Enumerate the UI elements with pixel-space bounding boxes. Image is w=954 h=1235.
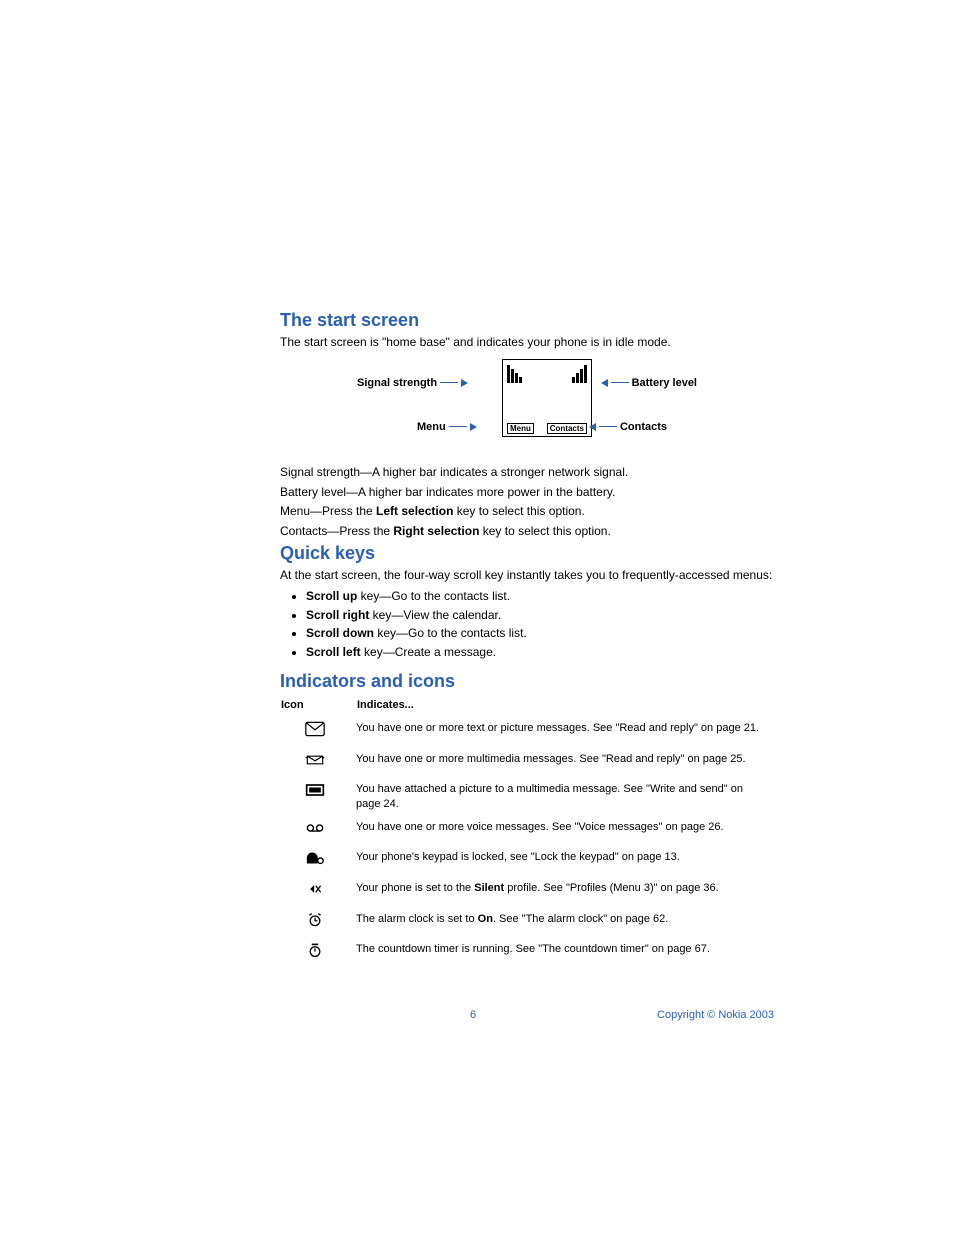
table-row: The countdown timer is running. See "The… — [280, 938, 774, 969]
row-text: You have one or more text or picture mes… — [356, 717, 774, 748]
silent-profile-icon — [305, 884, 325, 901]
screen-contacts-label: Contacts — [547, 423, 587, 434]
row-text: You have one or more voice messages. See… — [356, 816, 774, 847]
envelope-icon — [305, 724, 325, 741]
keypad-lock-icon — [305, 853, 325, 870]
indicators-table: Icon Indicates... You have one or more t… — [280, 698, 774, 969]
signal-bars-icon — [507, 365, 522, 383]
row-text: You have attached a picture to a multime… — [356, 778, 774, 816]
screen-menu-label: Menu — [507, 423, 534, 434]
copyright-text: Copyright © Nokia 2003 — [657, 1009, 774, 1021]
row-text: The alarm clock is set to On. See "The a… — [356, 908, 774, 939]
row-text: Your phone is set to the Silent profile.… — [356, 877, 774, 908]
heading-quick-keys: Quick keys — [280, 543, 774, 564]
page-number: 6 — [470, 1009, 476, 1021]
row-text: You have one or more multimedia messages… — [356, 748, 774, 779]
heading-start-screen: The start screen — [280, 310, 774, 331]
list-item: Scroll up key—Go to the contacts list. — [306, 588, 774, 605]
list-item: Scroll down key—Go to the contacts list. — [306, 625, 774, 642]
arrow-right-icon — [467, 421, 477, 433]
table-row: You have one or more text or picture mes… — [280, 717, 774, 748]
arrow-left-icon — [589, 421, 599, 433]
table-row: Your phone's keypad is locked, see "Lock… — [280, 846, 774, 877]
table-row: You have attached a picture to a multime… — [280, 778, 774, 816]
label-contacts: Contacts — [620, 421, 667, 433]
signal-desc: Signal strength—A higher bar indicates a… — [280, 464, 774, 481]
alarm-clock-icon — [305, 915, 325, 932]
th-indicates: Indicates... — [356, 698, 774, 717]
picture-attachment-icon — [305, 785, 325, 802]
table-row: The alarm clock is set to On. See "The a… — [280, 908, 774, 939]
list-item: Scroll left key—Create a message. — [306, 644, 774, 661]
label-menu: Menu — [417, 421, 446, 433]
quick-keys-list: Scroll up key—Go to the contacts list. S… — [280, 588, 774, 661]
countdown-timer-icon — [305, 945, 325, 962]
list-item: Scroll right key—View the calendar. — [306, 607, 774, 624]
contacts-desc: Contacts—Press the Right selection key t… — [280, 523, 774, 540]
quick-intro: At the start screen, the four-way scroll… — [280, 567, 774, 584]
table-row: Your phone is set to the Silent profile.… — [280, 877, 774, 908]
arrow-left-icon — [601, 377, 611, 389]
label-signal-strength: Signal strength — [357, 377, 437, 389]
th-icon: Icon — [280, 698, 356, 717]
phone-screen-graphic: Menu Contacts — [502, 359, 592, 437]
battery-desc: Battery level—A higher bar indicates mor… — [280, 484, 774, 501]
row-text: The countdown timer is running. See "The… — [356, 938, 774, 969]
voicemail-icon — [305, 823, 325, 840]
start-screen-diagram: Signal strength Menu — [280, 359, 774, 454]
battery-bars-icon — [572, 365, 587, 383]
table-row: You have one or more voice messages. See… — [280, 816, 774, 847]
start-intro: The start screen is "home base" and indi… — [280, 334, 774, 351]
arrow-right-icon — [458, 377, 468, 389]
menu-desc: Menu—Press the Left selection key to sel… — [280, 503, 774, 520]
mms-envelope-icon — [305, 755, 325, 772]
table-row: You have one or more multimedia messages… — [280, 748, 774, 779]
row-text: Your phone's keypad is locked, see "Lock… — [356, 846, 774, 877]
heading-indicators: Indicators and icons — [280, 671, 774, 692]
label-battery-level: Battery level — [632, 377, 697, 389]
